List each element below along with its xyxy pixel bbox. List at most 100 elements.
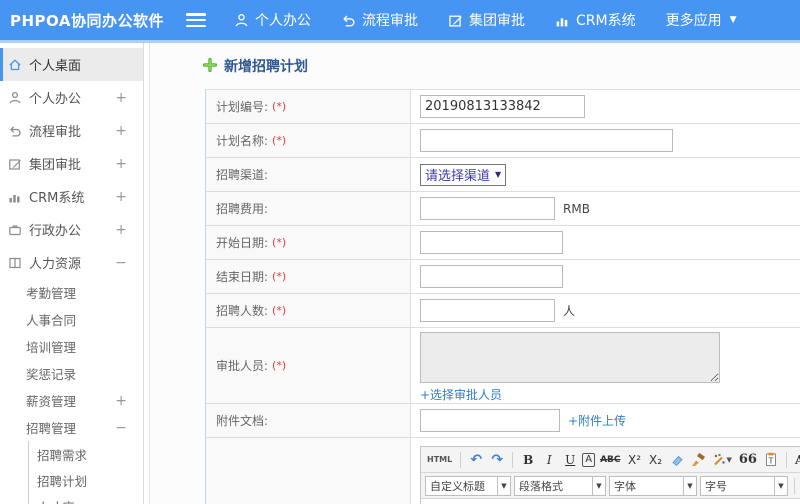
- form-row-attachment: 附件文档: +附件上传: [206, 404, 800, 438]
- plan-name-input[interactable]: [420, 129, 673, 152]
- sidebar-item-personal-office[interactable]: 个人办公 +: [0, 81, 143, 114]
- sidebar-item-recruit-plan[interactable]: 招聘计划: [29, 467, 143, 493]
- start-date-input[interactable]: [420, 231, 563, 254]
- collapse-toggle[interactable]: −: [115, 420, 127, 436]
- combo-value: 自定义标题: [430, 479, 485, 493]
- caret-down-icon[interactable]: ▼: [497, 476, 510, 495]
- nav-label: 更多应用: [665, 13, 722, 29]
- editor-toolbar-row2: 自定义标题 ▼ 段落格式 ▼ 字体 ▼ 字号 ▼: [421, 473, 800, 499]
- expand-toggle[interactable]: +: [115, 90, 127, 106]
- required-mark: (*): [272, 359, 287, 372]
- form-row-plan-number: 计划编号: (*): [206, 90, 800, 124]
- expand-toggle[interactable]: +: [115, 393, 127, 409]
- strikethrough-button[interactable]: ABC: [598, 450, 622, 470]
- nav-label: 个人办公: [255, 13, 311, 29]
- required-mark: (*): [272, 236, 287, 249]
- approvers-textarea[interactable]: [420, 332, 720, 383]
- sidebar-item-group-approval[interactable]: 集团审批 +: [0, 147, 143, 180]
- page-title: 新增招聘计划: [224, 59, 308, 75]
- redo-button[interactable]: ↷: [488, 450, 506, 470]
- caret-down-icon[interactable]: ▼: [683, 476, 696, 495]
- attachment-upload-link[interactable]: +附件上传: [568, 412, 626, 429]
- choose-approvers-link[interactable]: +选择审批人员: [420, 386, 502, 403]
- subscript-button[interactable]: X₂: [647, 450, 665, 470]
- sidebar-item-attendance[interactable]: 考勤管理: [0, 279, 143, 306]
- expand-toggle[interactable]: +: [115, 123, 127, 139]
- expand-toggle[interactable]: +: [115, 222, 127, 238]
- add-plus-icon: [202, 57, 218, 76]
- sidebar-item-workflow-approval[interactable]: 流程审批 +: [0, 114, 143, 147]
- eraser-button[interactable]: [668, 450, 686, 470]
- sidebar-item-hr[interactable]: 人力资源 −: [0, 246, 143, 279]
- headcount-input[interactable]: [420, 299, 555, 322]
- collapse-toggle[interactable]: −: [115, 255, 127, 271]
- bold-button[interactable]: B: [519, 450, 537, 470]
- app-window: PHPOA协同办公软件 个人办公 流程审批 集团审批 CRM系统 更多应用 ▼: [0, 0, 800, 504]
- field-label: 附件文档:: [216, 414, 269, 428]
- sidebar-item-label: 人事合同: [26, 313, 77, 328]
- superscript-button[interactable]: X²: [626, 450, 644, 470]
- expand-toggle[interactable]: +: [115, 189, 127, 205]
- rich-text-editor: HTML ↶ ↷ B I U A ABC X² X₂ ▼ 66 T A 自定义标…: [420, 446, 800, 504]
- expand-toggle[interactable]: +: [115, 156, 127, 172]
- sidebar: 个人桌面 个人办公 + 流程审批 + 集团审批 + CRM系统 + 行政办公 +…: [0, 43, 143, 504]
- recruit-plan-form: 计划编号: (*) 计划名称: (*): [205, 89, 800, 504]
- sidebar-item-label: CRM系统: [29, 191, 85, 206]
- hamburger-icon[interactable]: [186, 13, 206, 27]
- html-source-button[interactable]: HTML: [425, 450, 454, 470]
- channel-select[interactable]: 请选择渠道 ▼: [420, 163, 507, 186]
- sidebar-item-admin-office[interactable]: 行政办公 +: [0, 213, 143, 246]
- sidebar-item-label: 薪资管理: [26, 394, 77, 409]
- attachment-input[interactable]: [420, 409, 560, 432]
- font-size-combo[interactable]: 字号 ▼: [700, 475, 788, 496]
- font-color-button[interactable]: A▼: [793, 450, 800, 470]
- italic-button[interactable]: I: [540, 450, 558, 470]
- nav-workflow-approval[interactable]: 流程审批: [341, 10, 418, 30]
- nav-group-approval[interactable]: 集团审批: [448, 10, 525, 30]
- sidebar-item-talent-pool[interactable]: 人才库: [29, 493, 143, 504]
- end-date-input[interactable]: [420, 265, 563, 288]
- top-nav: 个人办公 流程审批 集团审批 CRM系统 更多应用 ▼: [234, 10, 737, 30]
- nav-personal-office[interactable]: 个人办公: [234, 10, 311, 30]
- format-paint-button[interactable]: ▼: [710, 450, 734, 470]
- flow-undo-icon: [8, 124, 22, 138]
- form-row-plan-name: 计划名称: (*): [206, 124, 800, 158]
- recruit-fee-input[interactable]: [420, 197, 555, 220]
- main-content: 新增招聘计划 计划编号: (*) 计划名称: (*): [150, 43, 800, 504]
- sidebar-item-recruit-demand[interactable]: 招聘需求: [29, 441, 143, 467]
- border-text-button[interactable]: A: [582, 452, 596, 467]
- underline-button[interactable]: U: [561, 450, 579, 470]
- form-row-recruit-channel: 招聘渠道: 请选择渠道 ▼: [206, 158, 800, 192]
- app-title: PHPOA协同办公软件: [10, 11, 164, 30]
- font-family-combo[interactable]: 字体 ▼: [609, 475, 697, 496]
- blockquote-button[interactable]: 66: [737, 450, 759, 470]
- nav-more-apps[interactable]: 更多应用 ▼: [666, 10, 737, 30]
- sidebar-item-hr-contract[interactable]: 人事合同: [0, 306, 143, 333]
- brush-button[interactable]: [689, 450, 707, 470]
- sidebar-item-label: 集团审批: [29, 158, 82, 173]
- field-label: 招聘渠道:: [216, 168, 269, 182]
- undo-button[interactable]: ↶: [467, 450, 485, 470]
- custom-heading-combo[interactable]: 自定义标题 ▼: [425, 475, 511, 496]
- sidebar-item-reward-punishment[interactable]: 奖惩记录: [0, 360, 143, 387]
- page-title-bar: 新增招聘计划: [202, 43, 800, 89]
- nav-label: 集团审批: [469, 13, 525, 29]
- home-icon: [8, 58, 22, 72]
- caret-down-icon[interactable]: ▼: [774, 476, 787, 495]
- required-mark: (*): [272, 134, 287, 147]
- sidebar-item-recruitment[interactable]: 招聘管理 −: [0, 414, 143, 441]
- form-row-approvers: 审批人员: (*) +选择审批人员: [206, 328, 800, 404]
- plan-number-input[interactable]: [420, 95, 585, 118]
- nav-label: CRM系统: [576, 13, 636, 29]
- sidebar-item-crm-system[interactable]: CRM系统 +: [0, 180, 143, 213]
- paragraph-format-combo[interactable]: 段落格式 ▼: [514, 475, 606, 496]
- sidebar-item-training[interactable]: 培训管理: [0, 333, 143, 360]
- bar-chart-icon: [555, 13, 570, 28]
- caret-down-icon[interactable]: ▼: [592, 476, 605, 495]
- people-suffix: 人: [563, 304, 576, 318]
- paste-button[interactable]: T: [762, 450, 780, 470]
- nav-crm-system[interactable]: CRM系统: [555, 10, 636, 30]
- sidebar-item-salary[interactable]: 薪资管理 +: [0, 387, 143, 414]
- sidebar-item-personal-desktop[interactable]: 个人桌面: [0, 48, 143, 81]
- editor-content-area[interactable]: [421, 499, 800, 504]
